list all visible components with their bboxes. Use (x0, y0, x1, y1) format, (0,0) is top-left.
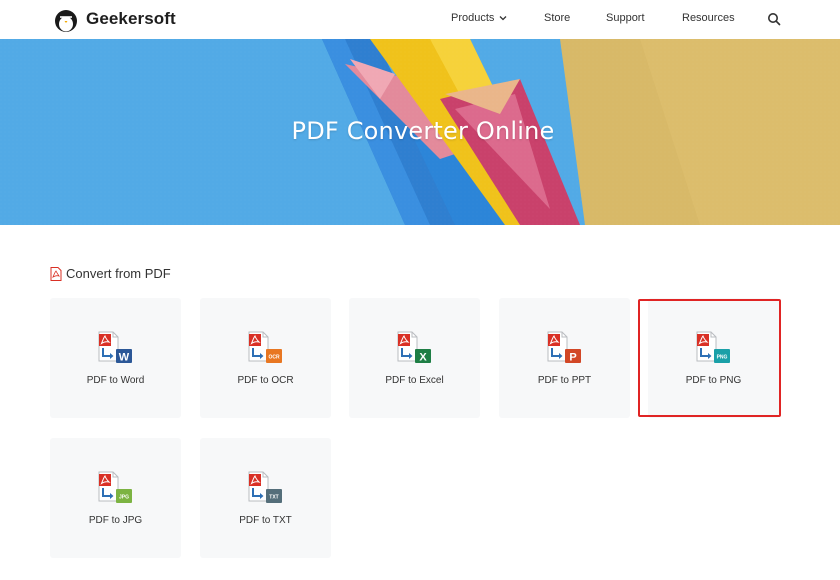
nav-resources-label: Resources (682, 12, 735, 24)
tool-card-pdf-to-txt[interactable]: TXT PDF to TXT (200, 438, 331, 558)
tool-label: PDF to Word (86, 375, 145, 386)
pdf-to-ppt-icon: P (547, 331, 581, 364)
format-badge-text: OCR (268, 355, 280, 361)
tool-label: PDF to PPT (537, 375, 592, 386)
tool-label: PDF to OCR (237, 375, 294, 386)
format-badge-text: PNG (717, 355, 728, 361)
tool-card-pdf-to-jpg[interactable]: JPG PDF to JPG (50, 438, 181, 558)
format-badge-text: X (419, 352, 427, 364)
pdf-to-jpg-icon: JPG (98, 471, 132, 503)
tool-card-pdf-to-excel[interactable]: X PDF to Excel (349, 298, 480, 418)
format-badge-text: P (569, 352, 576, 364)
tool-card-pdf-to-word[interactable]: W PDF to Word (50, 298, 181, 418)
pdf-to-excel-icon: X (397, 331, 431, 364)
site-header: Geekersoft Products Store Support Resour… (0, 0, 840, 39)
pdf-to-png-icon: PNG (696, 331, 730, 363)
tool-label: PDF to PNG (685, 375, 742, 386)
nav-support-label: Support (606, 12, 645, 24)
tool-card-pdf-to-ocr[interactable]: OCR PDF to OCR (200, 298, 331, 418)
pdf-to-ocr-icon: OCR (248, 331, 282, 363)
nav-products-label: Products (451, 12, 495, 24)
hero-title: PDF Converter Online (291, 117, 555, 145)
nav-store[interactable]: Store (544, 12, 570, 24)
nav-support[interactable]: Support (606, 12, 645, 24)
pdf-to-word-icon: W (98, 331, 132, 364)
brand-name: Geekersoft (86, 9, 176, 28)
tool-label: PDF to Excel (385, 375, 444, 386)
tool-card-pdf-to-png[interactable]: PNG PDF to PNG (648, 298, 779, 418)
format-badge-text: JPG (119, 495, 129, 501)
nav-resources[interactable]: Resources (682, 12, 735, 24)
chevron-down-icon (499, 16, 507, 21)
tool-card-pdf-to-ppt[interactable]: P PDF to PPT (499, 298, 630, 418)
logo[interactable]: Geekersoft (52, 5, 176, 33)
penguin-logo-icon (55, 10, 77, 32)
format-badge-text: TXT (269, 495, 278, 501)
format-badge-text: W (119, 352, 130, 364)
pdf-to-txt-icon: TXT (248, 471, 282, 503)
pdf-file-icon (50, 266, 62, 281)
nav-products[interactable]: Products (451, 12, 508, 24)
section-header: Convert from PDF (50, 266, 171, 281)
tool-label: PDF to TXT (239, 515, 292, 526)
tool-label: PDF to JPG (88, 515, 143, 526)
hero-banner: PDF Converter Online (0, 39, 840, 225)
nav-store-label: Store (544, 12, 571, 24)
section-title: Convert from PDF (66, 266, 171, 281)
search-icon[interactable] (766, 11, 782, 27)
